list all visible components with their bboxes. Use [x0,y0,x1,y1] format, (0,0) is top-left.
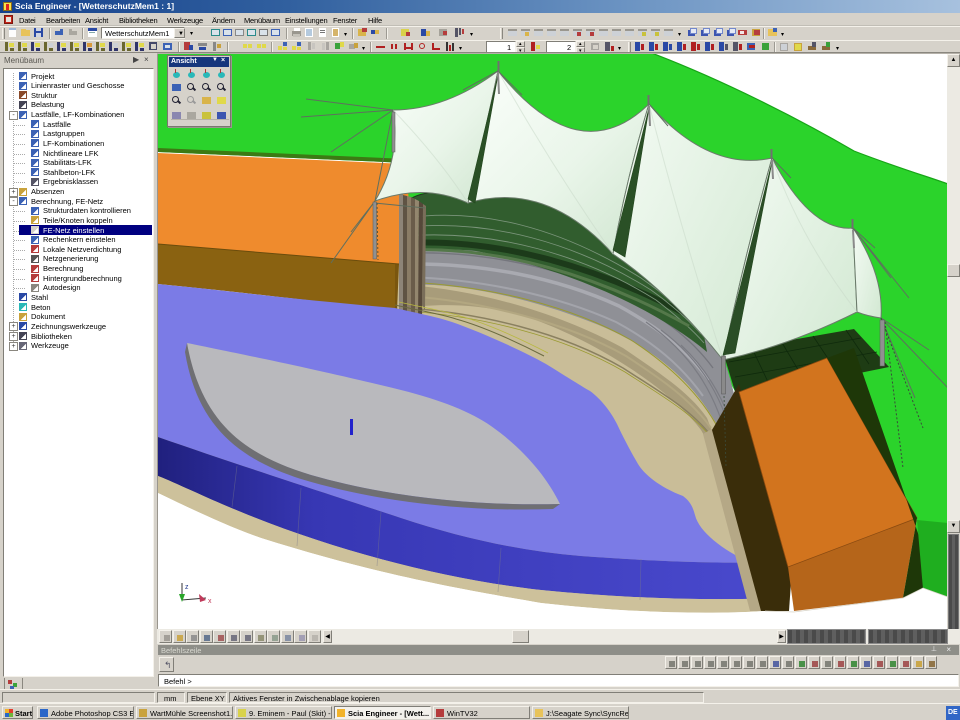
svg-text:x: x [208,598,212,605]
svg-text:z: z [185,584,189,591]
